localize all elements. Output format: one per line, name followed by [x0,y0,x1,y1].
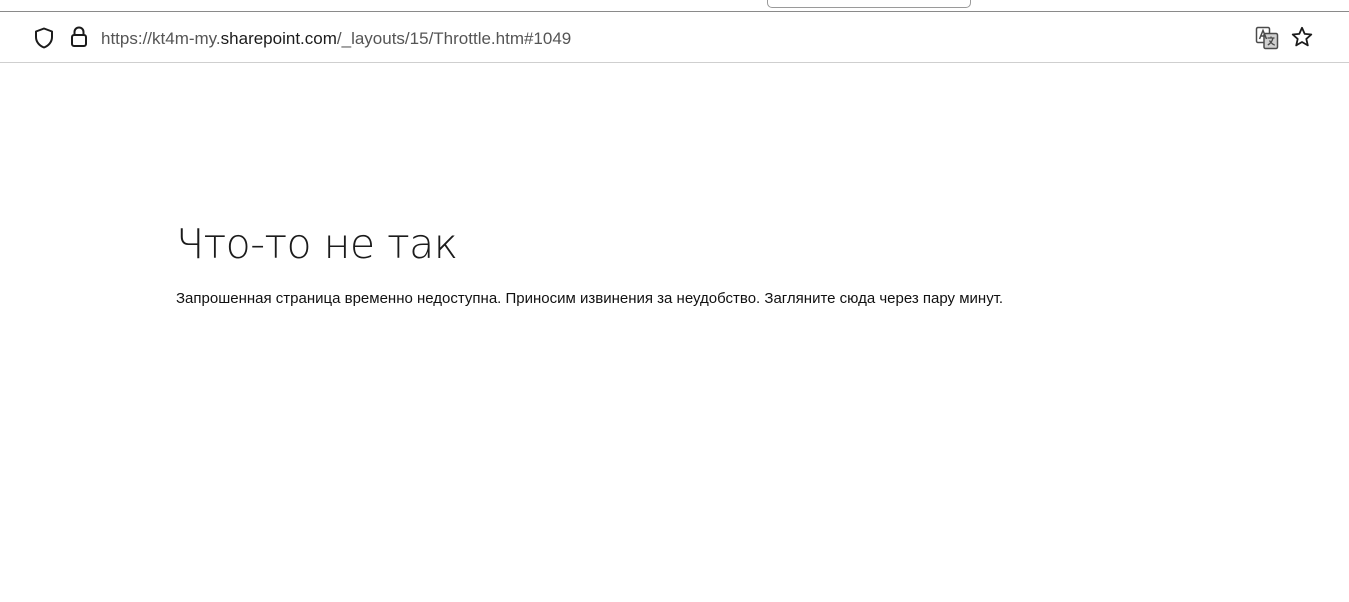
error-heading: Что-то не так [176,220,458,268]
active-tab-edge[interactable] [767,0,971,8]
url-path: /_layouts/15/Throttle.htm#1049 [336,29,572,48]
url-host: sharepoint.com [220,29,337,48]
lock-icon[interactable] [68,25,90,49]
error-message: Запрошенная страница временно недоступна… [176,290,1004,307]
url-prefix: https://kt4m-my. [101,29,221,48]
url-text[interactable]: https://kt4m-my.sharepoint.com/_layouts/… [101,29,571,49]
error-content: Что-то не так Запрошенная страница време… [176,214,1276,309]
tab-strip [0,0,1349,12]
star-icon[interactable] [1289,24,1315,50]
address-bar[interactable]: https://kt4m-my.sharepoint.com/_layouts/… [0,12,1349,63]
translate-icon[interactable] [1254,25,1280,51]
shield-icon[interactable] [33,26,55,50]
